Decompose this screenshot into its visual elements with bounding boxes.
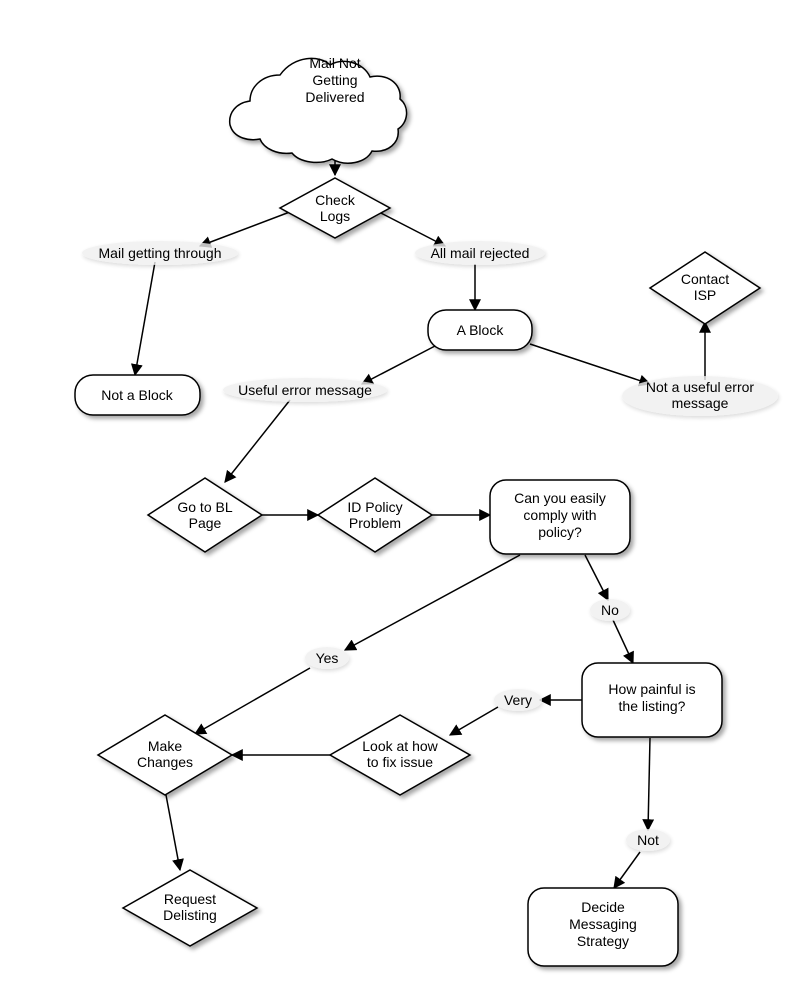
label-all-rejected: All mail rejected — [431, 245, 530, 261]
svg-text:Problem: Problem — [349, 515, 401, 531]
label-not: Not — [637, 832, 659, 848]
node-how-painful: How painful is the listing? — [582, 663, 722, 737]
svg-text:Page: Page — [189, 515, 222, 531]
svg-text:Strategy: Strategy — [577, 933, 629, 949]
svg-text:the listing?: the listing? — [619, 698, 686, 714]
node-make-changes: Make Changes — [98, 715, 232, 795]
flowchart: Mail getting through All mail rejected U… — [0, 0, 805, 1000]
svg-text:Delivered: Delivered — [305, 89, 364, 105]
node-a-block: A Block — [428, 310, 532, 350]
node-not-a-block: Not a Block — [75, 375, 200, 415]
node-look-fix: Look at how to fix issue — [330, 715, 470, 795]
svg-text:Look at how: Look at how — [362, 738, 438, 754]
svg-text:Delisting: Delisting — [163, 907, 217, 923]
svg-text:Not a useful error: Not a useful error — [646, 379, 754, 395]
svg-text:Decide: Decide — [581, 899, 625, 915]
label-very: Very — [504, 692, 532, 708]
svg-text:Check: Check — [315, 192, 356, 208]
svg-text:Mail Not: Mail Not — [309, 55, 360, 71]
svg-text:message: message — [672, 395, 729, 411]
svg-text:Can you easily: Can you easily — [514, 490, 606, 506]
svg-text:Make: Make — [148, 738, 182, 754]
label-no: No — [601, 602, 619, 618]
svg-text:How painful is: How painful is — [608, 681, 695, 697]
svg-text:Contact: Contact — [681, 271, 729, 287]
svg-text:Changes: Changes — [137, 754, 193, 770]
svg-text:policy?: policy? — [538, 524, 582, 540]
svg-text:Getting: Getting — [312, 72, 357, 88]
svg-text:Not a Block: Not a Block — [101, 387, 174, 403]
label-yes: Yes — [316, 650, 339, 666]
node-comply: Can you easily comply with policy? — [490, 480, 630, 554]
node-go-to-bl: Go to BL Page — [148, 478, 262, 552]
svg-text:A Block: A Block — [457, 322, 505, 338]
label-mail-through: Mail getting through — [99, 245, 222, 261]
label-not-useful-error: Not a useful error message — [622, 376, 778, 416]
svg-text:Messaging: Messaging — [569, 916, 637, 932]
node-id-policy: ID Policy Problem — [318, 478, 432, 552]
node-check-logs: Check Logs — [280, 178, 390, 238]
svg-text:comply with: comply with — [523, 507, 596, 523]
svg-text:Logs: Logs — [320, 208, 350, 224]
svg-text:ISP: ISP — [694, 287, 717, 303]
svg-text:Request: Request — [164, 891, 216, 907]
label-useful-error: Useful error message — [238, 382, 372, 398]
node-request-delisting: Request Delisting — [123, 870, 257, 946]
svg-text:to fix issue: to fix issue — [367, 754, 433, 770]
node-decide-strategy: Decide Messaging Strategy — [528, 888, 678, 966]
svg-text:ID Policy: ID Policy — [347, 499, 402, 515]
node-contact-isp: Contact ISP — [650, 252, 760, 324]
svg-text:Go to BL: Go to BL — [177, 499, 232, 515]
node-start-cloud: Mail Not Getting Delivered — [230, 55, 407, 163]
